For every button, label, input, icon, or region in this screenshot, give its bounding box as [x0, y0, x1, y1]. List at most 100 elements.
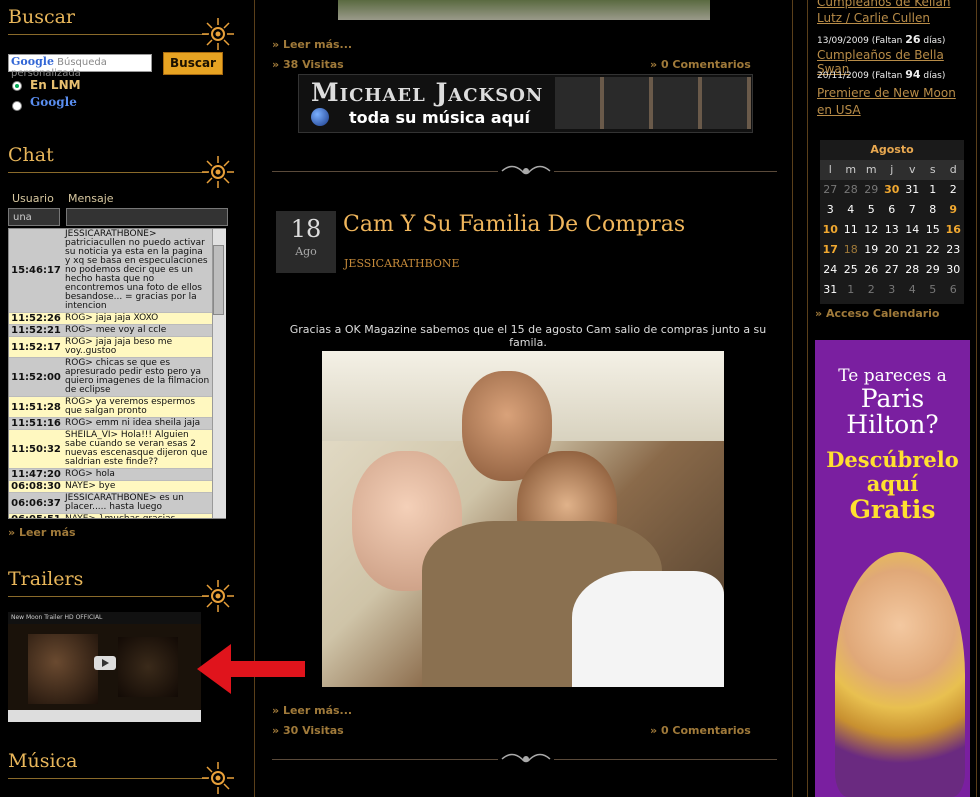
ad-line: Paris	[860, 384, 925, 413]
trailer-video-player[interactable]: New Moon Trailer HD OFFICIAL	[8, 612, 201, 722]
double-chevron-icon: »	[272, 38, 283, 51]
calendar-weekday: d	[949, 163, 957, 176]
birthday-item: Cumpleaños de Kellan Lutz / Carlie Culle…	[817, 0, 967, 28]
sun-ornament-icon	[202, 156, 234, 188]
read-more-link[interactable]: » Leer más...	[272, 704, 352, 717]
double-chevron-icon: »	[8, 526, 19, 539]
calendar-day: 6	[949, 283, 957, 296]
section-rule	[8, 596, 208, 597]
calendar-day: 30	[946, 263, 961, 276]
ad-line: Te pareces a	[838, 366, 947, 386]
previous-post-image	[338, 0, 710, 20]
calendar-day: 4	[847, 203, 855, 216]
search-input[interactable]: Google Búsqueda personalizada	[8, 54, 152, 79]
post-author[interactable]: JESSICARATHBONE	[344, 257, 460, 270]
calendar-day: 29	[925, 263, 940, 276]
calendar-day[interactable]: 17	[820, 240, 841, 260]
calendar-day: 31	[823, 283, 838, 296]
birthday-date: 20/11/2009 (Faltan 94 días)	[817, 68, 946, 81]
calendar-day: 28	[905, 263, 920, 276]
calendar-day: 26	[864, 263, 879, 276]
chat-time: 06:08:30	[9, 481, 63, 492]
video-thumbnail-background	[118, 637, 178, 697]
radio-google-label: Google	[30, 95, 77, 109]
calendar-day: 20	[884, 243, 899, 256]
video-controls-bar[interactable]	[8, 710, 201, 722]
column-divider	[792, 0, 793, 797]
radio-google[interactable]	[12, 101, 22, 111]
column-divider	[807, 0, 808, 797]
calendar-access-link[interactable]: » Acceso Calendario	[815, 307, 940, 320]
calendar-day: 7	[908, 203, 916, 216]
radio-site[interactable]	[12, 81, 22, 91]
chat-user-input[interactable]: una	[8, 208, 60, 226]
chat-text: NAYE> bye	[63, 481, 212, 492]
calendar-day: 5	[929, 283, 937, 296]
calendar-day[interactable]: 9	[943, 200, 964, 220]
chat-text: ROG> emm ni idea sheila jaja	[63, 418, 212, 429]
michael-jackson-banner[interactable]: Michael Jackson toda su música aquí	[298, 74, 753, 133]
chat-text: SHEILA_VI> Hola!!! Alguien sabe cuando s…	[63, 430, 212, 468]
post-body-text: Gracias a OK Magazine sabemos que el 15 …	[289, 323, 767, 349]
calendar-weekday: m	[845, 163, 857, 176]
section-rule	[8, 34, 208, 35]
paris-hilton-ad[interactable]: Te pareces a Paris Hilton? Descúbrelo aq…	[815, 340, 970, 797]
calendar-day: 3	[826, 203, 834, 216]
search-button[interactable]: Buscar	[163, 52, 223, 75]
play-icon[interactable]	[94, 656, 116, 670]
birthday-link[interactable]: Cumpleaños de Kellan Lutz / Carlie Culle…	[817, 0, 967, 26]
section-rule	[8, 172, 208, 173]
chat-time: 11:52:21	[9, 325, 63, 336]
calendar-day: 15	[925, 223, 940, 236]
chat-text: ROG> jaja jaja beso me voy..gustoo	[63, 337, 212, 357]
calendar-day: 11	[843, 223, 858, 236]
double-chevron-icon: »	[650, 58, 661, 71]
comments-link[interactable]: » 0 Comentarios	[650, 58, 751, 71]
comments-link[interactable]: » 0 Comentarios	[650, 724, 751, 737]
calendar-day: 18	[843, 243, 858, 256]
calendar-weekday: m	[865, 163, 877, 176]
calendar-day: 19	[864, 243, 879, 256]
calendar-weekday: j	[890, 163, 894, 176]
banner-subheading: toda su música aquí	[349, 108, 530, 127]
chat-more-link[interactable]: » Leer más	[8, 526, 76, 539]
column-divider	[976, 0, 977, 797]
chat-message-input[interactable]	[66, 208, 228, 226]
chat-message-row: 06:06:37 JESSICARATHBONE> es un placer...…	[9, 493, 212, 514]
banner-heading: Michael Jackson	[311, 78, 544, 107]
calendar-day: 28	[843, 183, 858, 196]
chat-time: 15:46:17	[9, 229, 63, 312]
radio-site-label: En LNM	[30, 78, 81, 92]
birthday-link[interactable]: Premiere de New Moon en USA	[817, 85, 967, 119]
chat-scrollbar-thumb[interactable]	[213, 245, 224, 315]
chat-log: 15:46:17 JESSICARATHBONE> patriciacullen …	[8, 228, 226, 519]
chat-message-row: 11:51:16 ROG> emm ni idea sheila jaja	[9, 418, 212, 430]
calendar-day: 8	[929, 203, 937, 216]
calendar-day: 1	[847, 283, 855, 296]
video-caption: New Moon Trailer HD OFFICIAL	[8, 612, 201, 624]
chat-message-row: 11:52:17 ROG> jaja jaja beso me voy..gust…	[9, 337, 212, 358]
chat-text: NAYE> }muchas gracias	[63, 514, 212, 518]
calendar-day: 31	[905, 183, 920, 196]
chat-time: 06:06:37	[9, 493, 63, 513]
double-chevron-icon: »	[815, 307, 826, 320]
chat-time: 11:51:28	[9, 397, 63, 417]
calendar-day[interactable]: 16	[943, 220, 964, 240]
music-section-title: Música	[8, 750, 78, 772]
scroll-ornament-icon	[498, 162, 554, 180]
photo-white-top	[572, 571, 724, 687]
calendar-day[interactable]: 10	[820, 220, 841, 240]
calendar-day[interactable]: 30	[882, 180, 903, 200]
read-more-link[interactable]: » Leer más...	[272, 38, 352, 51]
post-title[interactable]: Cam Y Su Familia De Compras	[343, 212, 685, 237]
chat-message-row: 06:08:30 NAYE> bye	[9, 481, 212, 493]
ad-line: Hilton?	[846, 410, 939, 439]
calendar-day: 27	[884, 263, 899, 276]
chat-message-row: 15:46:17 JESSICARATHBONE> patriciacullen …	[9, 229, 212, 313]
banner-film-strip	[555, 77, 751, 129]
video-thumbnail-figure	[28, 634, 98, 704]
calendar-day: 13	[884, 223, 899, 236]
chat-time: 11:52:00	[9, 358, 63, 396]
trailers-section-title: Trailers	[8, 568, 84, 590]
post-date-box: 18 Ago	[276, 211, 336, 273]
